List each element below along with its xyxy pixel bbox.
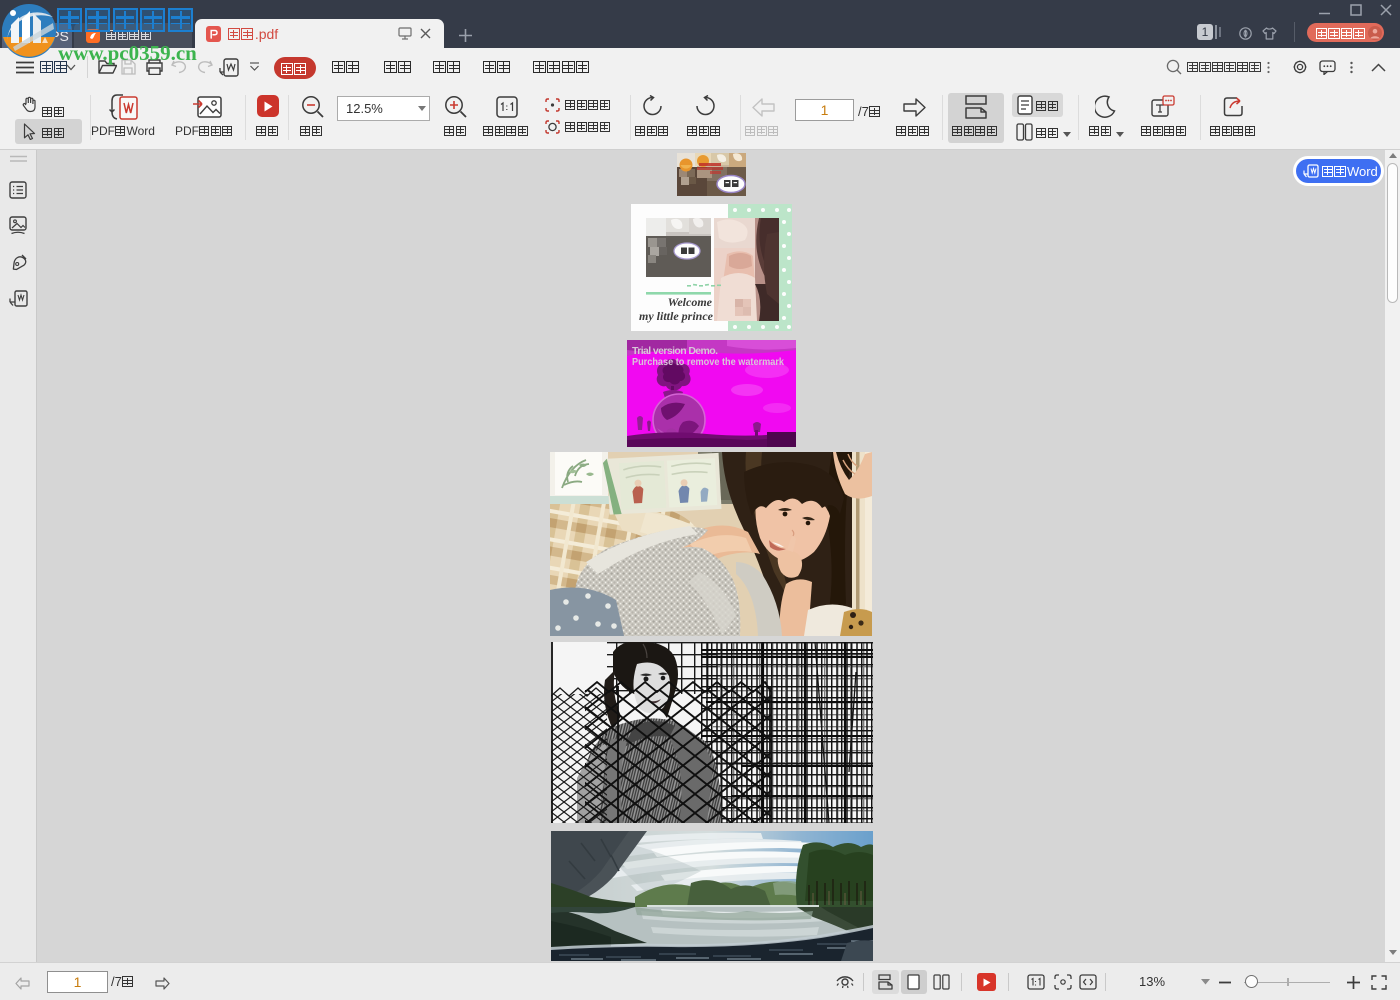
svg-text:Welcome: Welcome bbox=[668, 295, 713, 309]
svg-text:my little prince: my little prince bbox=[639, 309, 714, 323]
svg-text:Purchase to remove the waterma: Purchase to remove the watermark bbox=[632, 356, 784, 368]
